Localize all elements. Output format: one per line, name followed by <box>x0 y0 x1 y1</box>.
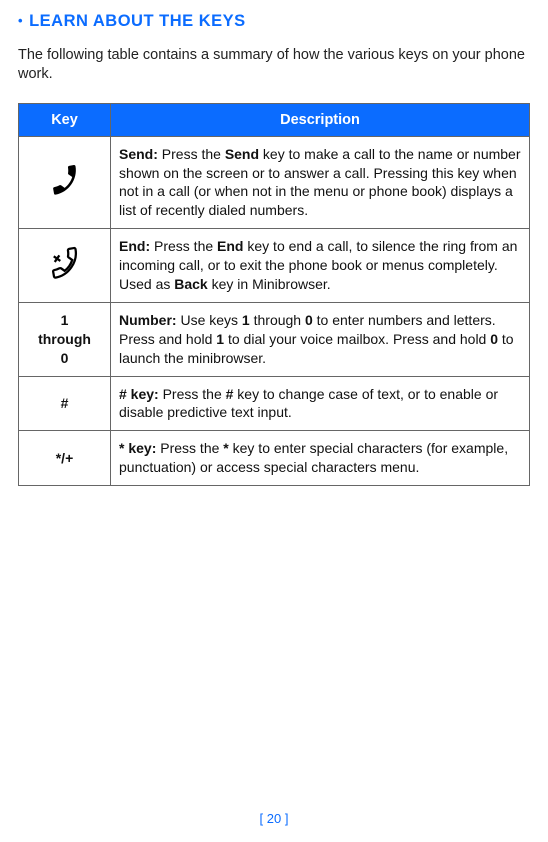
desc-text: to dial your voice mailbox. Press and ho… <box>224 331 490 347</box>
desc-bold-hash: # key: <box>119 386 159 402</box>
desc-text: Press the <box>150 238 217 254</box>
desc-bold-0a: 0 <box>305 312 313 328</box>
desc-cell-star: * key: Press the * key to enter special … <box>111 431 530 486</box>
key-label-0: 0 <box>61 350 69 366</box>
key-label-hash: # <box>61 395 69 411</box>
desc-bold-1a: 1 <box>242 312 250 328</box>
desc-cell-send: Send: Press the Send key to make a call … <box>111 136 530 229</box>
intro-paragraph: The following table contains a summary o… <box>18 46 530 85</box>
desc-cell-number: Number: Use keys 1 through 0 to enter nu… <box>111 302 530 376</box>
heading-text: LEARN ABOUT THE KEYS <box>29 12 246 30</box>
key-cell-star: */+ <box>19 431 111 486</box>
table-row: */+ * key: Press the * key to enter spec… <box>19 431 530 486</box>
desc-bold-1b: 1 <box>216 331 224 347</box>
key-cell-end <box>19 229 111 303</box>
desc-text: through <box>250 312 305 328</box>
key-cell-send <box>19 136 111 229</box>
header-key: Key <box>19 103 111 136</box>
desc-bold-send2: Send <box>225 146 259 162</box>
desc-bold-star: * key: <box>119 440 156 456</box>
key-label-through: through <box>38 331 91 347</box>
keys-table: Key Description Send: Press the Send key… <box>18 103 530 486</box>
phone-end-icon <box>48 246 82 280</box>
key-label-1: 1 <box>61 312 69 328</box>
page-number: [ 20 ] <box>0 811 548 826</box>
desc-bold-end2: End <box>217 238 243 254</box>
desc-text: Press the <box>156 440 223 456</box>
desc-bold-end: End: <box>119 238 150 254</box>
desc-text: key in Minibrowser. <box>208 276 331 292</box>
header-description: Description <box>111 103 530 136</box>
key-cell-hash: # <box>19 376 111 431</box>
key-label-star: */+ <box>56 450 74 466</box>
desc-cell-hash: # key: Press the # key to change case of… <box>111 376 530 431</box>
section-heading: • LEARN ABOUT THE KEYS <box>18 12 530 31</box>
document-page: • LEARN ABOUT THE KEYS The following tabl… <box>0 0 548 486</box>
table-row: End: Press the End key to end a call, to… <box>19 229 530 303</box>
table-row: # # key: Press the # key to change case … <box>19 376 530 431</box>
table-row: Send: Press the Send key to make a call … <box>19 136 530 229</box>
desc-text: Press the <box>159 386 226 402</box>
desc-bold-number: Number: <box>119 312 177 328</box>
desc-text: Press the <box>158 146 225 162</box>
desc-text: Use keys <box>177 312 242 328</box>
phone-send-icon <box>48 163 82 197</box>
table-row: 1 through 0 Number: Use keys 1 through 0… <box>19 302 530 376</box>
desc-bold-0b: 0 <box>490 331 498 347</box>
desc-cell-end: End: Press the End key to end a call, to… <box>111 229 530 303</box>
bullet-icon: • <box>18 13 23 28</box>
desc-bold-send: Send: <box>119 146 158 162</box>
key-cell-number: 1 through 0 <box>19 302 111 376</box>
desc-bold-end3: Back <box>174 276 207 292</box>
